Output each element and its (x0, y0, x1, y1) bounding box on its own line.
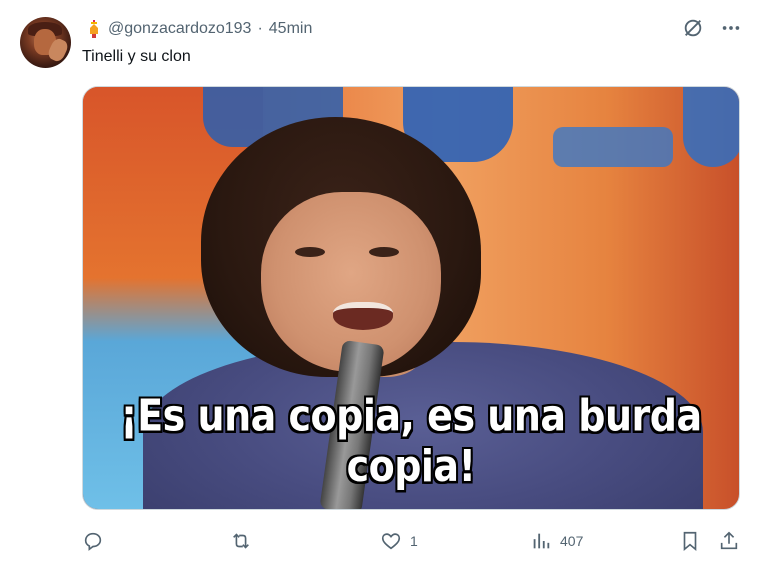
bookmark-icon (679, 530, 701, 552)
separator-dot: · (257, 20, 263, 37)
action-bar: 1 407 (82, 528, 744, 554)
share-button[interactable] (718, 528, 740, 554)
repost-button[interactable] (230, 528, 260, 554)
views-icon (530, 530, 552, 552)
post-text: Tinelli y su clon (82, 48, 191, 65)
top-actions (681, 16, 743, 40)
views-button[interactable]: 407 (530, 528, 583, 554)
post-time[interactable]: 45min (269, 20, 313, 38)
image-caption: ¡Es una copia, es una burda copia! (120, 390, 702, 492)
avatar[interactable] (20, 17, 71, 68)
reply-button[interactable] (82, 528, 112, 554)
badge-icon (86, 20, 102, 38)
post-header: @gonzacardozo193 · 45min (86, 17, 312, 41)
reply-icon (82, 530, 104, 552)
more-icon[interactable] (719, 16, 743, 40)
views-count: 407 (560, 533, 584, 549)
author-username[interactable]: @gonzacardozo193 (108, 20, 251, 38)
post: @gonzacardozo193 · 45min Tinelli y su cl… (0, 0, 767, 570)
bookmark-button[interactable] (679, 528, 701, 554)
grok-icon[interactable] (681, 16, 705, 40)
like-count: 1 (410, 533, 418, 549)
share-icon (718, 530, 740, 552)
like-icon (380, 530, 402, 552)
repost-icon (230, 530, 252, 552)
like-button[interactable]: 1 (380, 528, 418, 554)
post-image[interactable]: ¡Es una copia, es una burda copia! (82, 86, 740, 510)
